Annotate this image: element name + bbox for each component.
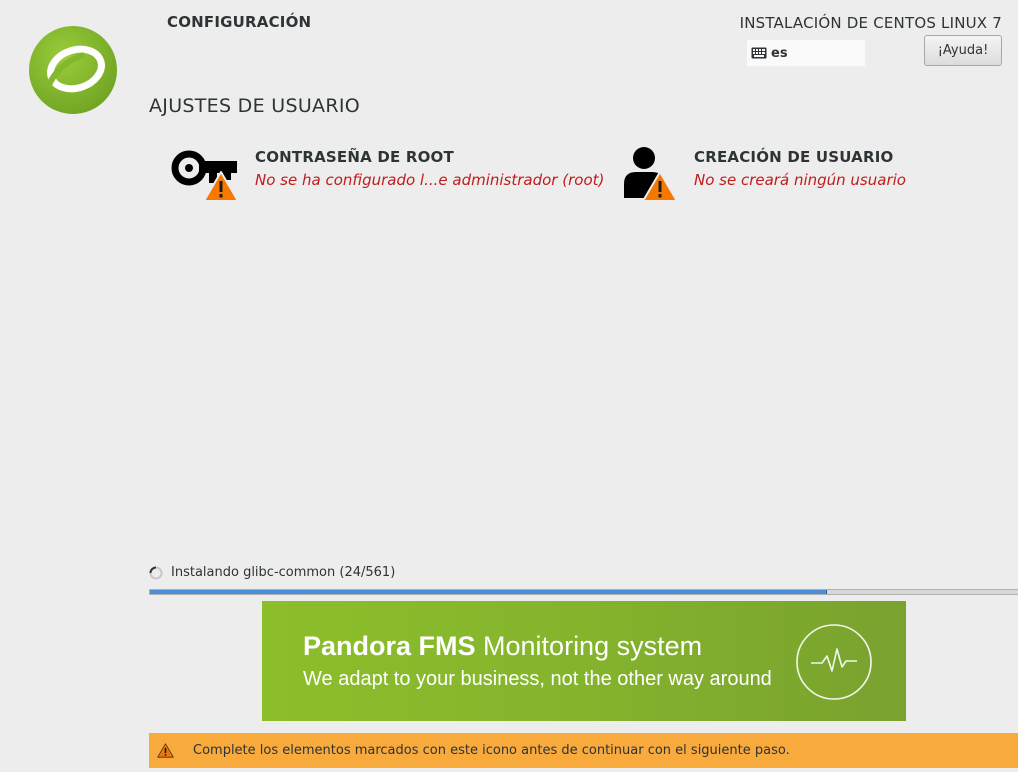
- progress-bar: [149, 589, 1018, 595]
- banner-title-rest: Monitoring system: [475, 631, 703, 661]
- pandora-logo: [29, 26, 117, 114]
- progress-bar-fill: [150, 590, 828, 594]
- root-password-spoke[interactable]: CONTRASEÑA DE ROOT No se ha configurado …: [171, 146, 604, 206]
- user-creation-spoke[interactable]: CREACIÓN DE USUARIO No se creará ningún …: [610, 146, 906, 206]
- keyboard-layout-label: es: [771, 45, 788, 61]
- progress-text: Instalando glibc-common (24/561): [171, 565, 396, 580]
- help-button[interactable]: ¡Ayuda!: [924, 35, 1002, 66]
- spoke-name-user-creation: CREACIÓN DE USUARIO: [694, 148, 894, 166]
- keyboard-icon: [751, 47, 767, 59]
- install-progress-status: Instalando glibc-common (24/561): [149, 565, 395, 580]
- spoke-status-user-creation: No se creará ningún usuario: [694, 171, 906, 189]
- spoke-title: CONFIGURACIÓN: [167, 13, 312, 31]
- keyboard-layout-indicator[interactable]: es: [747, 40, 865, 66]
- warning-bar: Complete los elementos marcados con este…: [149, 733, 1018, 768]
- root-password-warning-icon: [171, 150, 239, 202]
- heartbeat-monitor-icon: [796, 624, 872, 700]
- banner-subtitle: We adapt to your business, not the other…: [303, 668, 772, 690]
- warning-text: Complete los elementos marcados con este…: [193, 743, 790, 758]
- spinner-icon: [149, 566, 163, 579]
- banner-title: Pandora FMS Monitoring system: [303, 631, 702, 662]
- product-title: INSTALACIÓN DE CENTOS LINUX 7: [739, 14, 1002, 32]
- warning-icon: [157, 743, 174, 758]
- section-title: AJUSTES DE USUARIO: [149, 95, 360, 117]
- spoke-status-root-password: No se ha configurado l...e administrador…: [255, 171, 605, 189]
- product-banner: Pandora FMS Monitoring system We adapt t…: [262, 601, 906, 721]
- user-creation-warning-icon: [624, 147, 678, 202]
- banner-title-bold: Pandora FMS: [303, 631, 476, 661]
- spoke-name-root-password: CONTRASEÑA DE ROOT: [255, 148, 454, 166]
